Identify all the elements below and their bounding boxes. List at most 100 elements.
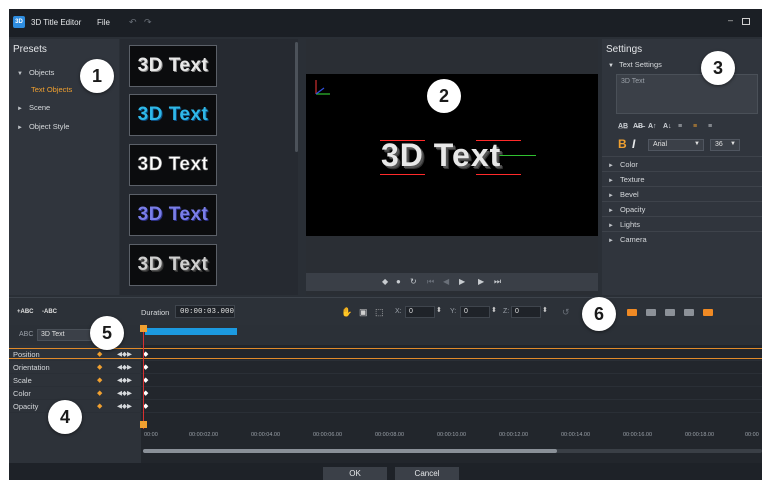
text-settings-section[interactable]: ▼ Text Settings [608, 60, 662, 69]
bold-button[interactable]: B [618, 137, 627, 151]
callout-2: 2 [427, 79, 461, 113]
go-to-start-icon[interactable]: ⏮ [427, 277, 434, 287]
home-icon[interactable]: ◆ [382, 277, 388, 286]
object-icon[interactable] [627, 309, 637, 316]
font-select[interactable]: Arial ▼ [648, 139, 704, 151]
keyframe-nav-icon[interactable]: ◀◆▶ [117, 350, 132, 358]
preset-thumbnail[interactable]: 3D Text [129, 45, 217, 87]
section-lights[interactable]: ► Lights [602, 216, 762, 231]
minimize-button[interactable]: – [728, 15, 733, 25]
ruler-tick-label: 00:00:16.00 [623, 432, 653, 438]
playhead-handle[interactable] [140, 421, 147, 428]
layer-duration-bar[interactable] [145, 328, 237, 335]
section-texture[interactable]: ► Texture [602, 171, 762, 186]
align-left-icon[interactable]: ≡ [678, 123, 682, 130]
preset-thumbnail[interactable]: 3D Text [129, 94, 217, 136]
keyframe-diamond-icon[interactable]: ◆ [97, 363, 102, 371]
thumbnails-scrollbar[interactable] [295, 42, 298, 152]
tree-item-label: Scene [28, 103, 51, 112]
track-row-orientation[interactable]: Orientation ◆ ◀◆▶ ◆ [9, 361, 762, 374]
ruler-tick-label: 00:00:14.00 [561, 432, 591, 438]
next-frame-icon[interactable]: ▶ [478, 277, 484, 286]
snapshot-icon[interactable]: ● [396, 277, 401, 286]
preview-3d-text[interactable]: 3D Text [381, 137, 501, 174]
add-text-button[interactable]: +ABC [17, 309, 34, 315]
tree-item-scene[interactable]: ► Scene [17, 103, 50, 112]
menu-file[interactable]: File [97, 18, 110, 27]
ruler-tick-label: 00:00:08.00 [375, 432, 405, 438]
text-size-up-icon[interactable]: A↑ [648, 123, 657, 130]
section-bevel[interactable]: ► Bevel [602, 186, 762, 201]
redo-icon[interactable]: ↷ [144, 17, 152, 28]
font-size-select[interactable]: 36 ▼ [710, 139, 740, 151]
text-input[interactable]: 3D Text [616, 74, 758, 114]
track-row-scale[interactable]: Scale ◆ ◀◆▶ ◆ [9, 374, 762, 387]
x-axis-handle[interactable] [496, 155, 536, 156]
maximize-button[interactable] [742, 18, 750, 25]
track-row-color[interactable]: Color ◆ ◀◆▶ ◆ [9, 387, 762, 400]
object-side-icon[interactable] [665, 309, 675, 316]
remove-text-button[interactable]: -ABC [42, 309, 57, 315]
ok-button[interactable]: OK [323, 467, 387, 480]
object-all-icon[interactable] [703, 309, 713, 316]
go-to-end-icon[interactable]: ⏭ [494, 277, 501, 287]
track-row-position[interactable]: Position ◆ ◀◆▶ ◆ [9, 348, 762, 361]
keyframe-diamond-icon[interactable]: ◆ [97, 376, 102, 384]
keyframe-nav-icon[interactable]: ◀◆▶ [117, 389, 132, 397]
timeline-scrollbar-thumb[interactable] [143, 449, 557, 453]
preset-thumbnail[interactable]: 3D Text [129, 144, 217, 186]
object-front-icon[interactable] [646, 309, 656, 316]
keyframe-nav-icon[interactable]: ◀◆▶ [117, 376, 132, 384]
axis-gizmo-icon [315, 80, 330, 95]
italic-button[interactable]: I [632, 137, 635, 151]
keyframe-nav-icon[interactable]: ◀◆▶ [117, 402, 132, 410]
track-row-opacity[interactable]: Opacity ◆ ◀◆▶ ◆ [9, 400, 762, 413]
align-right-icon[interactable]: ≡ [708, 123, 712, 130]
section-camera[interactable]: ► Camera [602, 231, 762, 246]
x-field[interactable]: 0 [405, 306, 435, 318]
undo-icon[interactable]: ↶ [129, 17, 137, 28]
section-opacity[interactable]: ► Opacity [602, 201, 762, 216]
time-ruler[interactable]: 00:00 00:00:02.00 00:00:04.00 00:00:06.0… [142, 429, 762, 443]
timeline-tracks: ABC 3D Text Position ◆ ◀◆▶ ◆ Orientation… [9, 325, 762, 463]
text-size-down-icon[interactable]: A↓ [663, 123, 672, 130]
y-field[interactable]: 0 [460, 306, 490, 318]
z-stepper-icon[interactable]: ⬍ [542, 306, 548, 314]
app-title: 3D Title Editor [31, 18, 82, 27]
section-label: Opacity [619, 205, 646, 214]
selection-marker [380, 174, 425, 175]
z-field[interactable]: 0 [511, 306, 541, 318]
previous-frame-icon[interactable]: ◀ [443, 277, 449, 286]
playhead-handle[interactable] [140, 325, 147, 332]
strikethrough-icon[interactable]: A̶B̶ [633, 123, 643, 130]
cancel-button[interactable]: Cancel [395, 467, 459, 480]
reset-icon[interactable]: ↺ [562, 307, 570, 318]
keyframe-diamond-icon[interactable]: ◆ [97, 402, 102, 410]
object-back-icon[interactable] [684, 309, 694, 316]
tree-item-text-objects[interactable]: Text Objects [31, 85, 72, 94]
preset-thumbnail[interactable]: 3D Text [129, 244, 217, 286]
preset-thumbnail[interactable]: 3D Text [129, 194, 217, 236]
keyframe-diamond-icon[interactable]: ◆ [97, 350, 102, 358]
play-icon[interactable]: ▶ [459, 277, 465, 286]
hand-tool-icon[interactable]: ✋ [341, 307, 352, 318]
keyframe-diamond-icon[interactable]: ◆ [97, 389, 102, 397]
underline-icon[interactable]: A̲B̲ [618, 123, 628, 130]
presets-header: Presets [13, 44, 47, 55]
fit-tool-icon[interactable]: ⬚ [375, 307, 384, 318]
align-center-icon[interactable]: ≡ [693, 123, 697, 130]
font-select-value: Arial [653, 141, 668, 148]
layer-name-field[interactable]: 3D Text [37, 329, 97, 341]
loop-icon[interactable]: ↻ [410, 277, 417, 286]
duration-field[interactable]: 00:00:03.000 [175, 305, 235, 318]
tree-item-object-style[interactable]: ► Object Style [17, 122, 69, 131]
expand-right-icon: ► [608, 163, 614, 169]
move-tool-icon[interactable]: ▣ [359, 307, 368, 318]
section-color[interactable]: ► Color [602, 156, 762, 171]
y-stepper-icon[interactable]: ⬍ [491, 306, 497, 314]
chevron-down-icon: ▼ [694, 141, 700, 147]
tree-item-objects[interactable]: ▼ Objects [17, 68, 54, 77]
keyframe-nav-icon[interactable]: ◀◆▶ [117, 363, 132, 371]
x-stepper-icon[interactable]: ⬍ [436, 306, 442, 314]
track-label: Scale [13, 376, 32, 385]
